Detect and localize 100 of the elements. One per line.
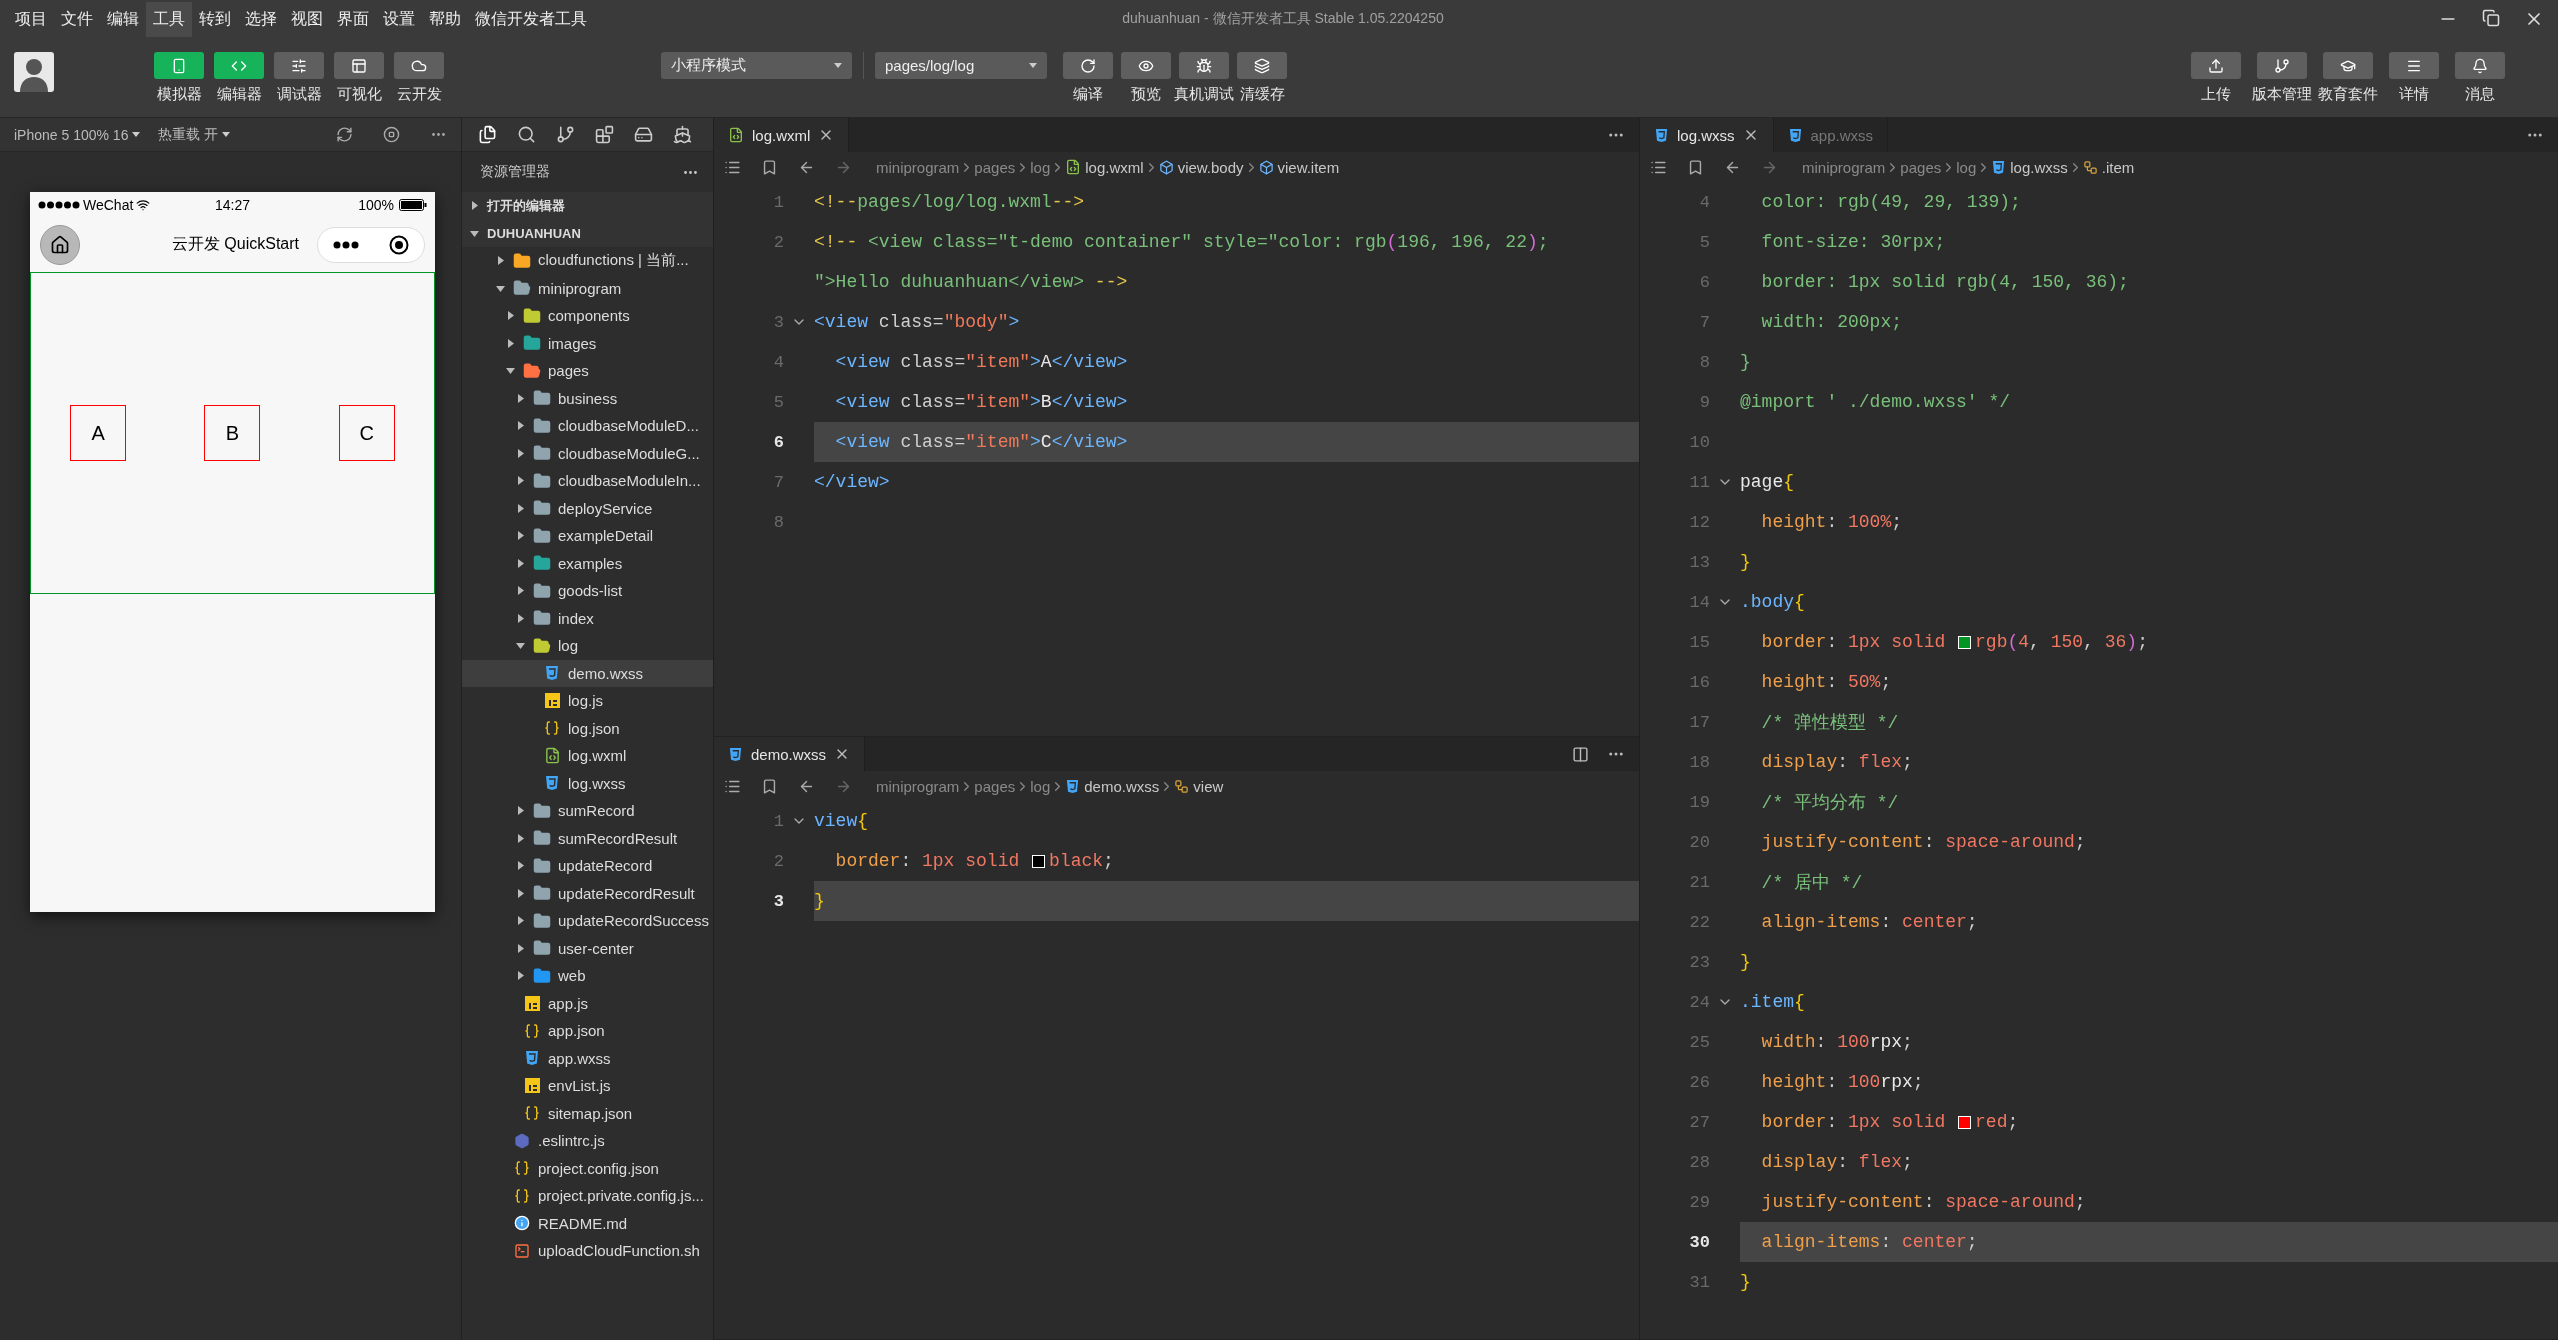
simulator-button[interactable] [154, 52, 204, 79]
bookmark-icon[interactable] [761, 777, 778, 795]
visual-button[interactable] [334, 52, 384, 79]
tree-item[interactable]: envList.js [462, 1072, 713, 1100]
tree-item[interactable]: demo.wxss [462, 659, 713, 687]
education-button[interactable] [2323, 52, 2373, 79]
messages-button[interactable] [2455, 52, 2505, 79]
menu-item[interactable]: 视图 [284, 1, 330, 37]
breadcrumb-item[interactable]: miniprogram [876, 158, 960, 176]
split-editor-icon[interactable] [1572, 745, 1589, 763]
tree-item[interactable]: web [462, 962, 713, 990]
tree-item[interactable]: index [462, 604, 713, 632]
tree-item[interactable]: miniprogram [462, 274, 713, 302]
hot-reload-toggle[interactable]: 热重载 开 [158, 125, 231, 144]
breadcrumb-item[interactable]: view [1174, 777, 1224, 795]
device-select[interactable]: iPhone 5 100% 16 [14, 126, 141, 143]
breadcrumb-item[interactable]: miniprogram [1802, 158, 1886, 176]
editor-tab[interactable]: log.wxml [714, 118, 850, 152]
tree-item[interactable]: cloudbaseModuleD... [462, 412, 713, 440]
tree-item[interactable]: user-center [462, 934, 713, 962]
storage-icon[interactable] [634, 125, 653, 144]
tree-item[interactable]: business [462, 384, 713, 412]
upload-button[interactable] [2191, 52, 2241, 79]
explorer-section[interactable]: 打开的编辑器 [462, 192, 713, 220]
mode-select[interactable]: 小程序模式 [661, 52, 852, 79]
menu-item[interactable]: 界面 [330, 1, 376, 37]
breadcrumb-item[interactable]: miniprogram [876, 777, 960, 795]
tree-item[interactable]: uploadCloudFunction.sh [462, 1237, 713, 1265]
menu-item[interactable]: 项目 [8, 1, 54, 37]
tree-item[interactable]: sumRecordResult [462, 824, 713, 852]
tree-item[interactable]: updateRecordResult [462, 879, 713, 907]
compile-button[interactable] [1063, 52, 1113, 79]
menu-item[interactable]: 帮助 [422, 1, 468, 37]
tree-item[interactable]: examples [462, 549, 713, 577]
breadcrumb-item[interactable]: pages [974, 777, 1016, 795]
tree-item[interactable]: images [462, 329, 713, 357]
tree-item[interactable]: log.wxss [462, 769, 713, 797]
tree-item[interactable]: log.wxml [462, 742, 713, 770]
menu-item[interactable]: 文件 [54, 1, 100, 37]
tree-item[interactable]: cloudbaseModuleIn... [462, 467, 713, 495]
breadcrumb-item[interactable]: log [1030, 158, 1051, 176]
bookmark-icon[interactable] [761, 158, 778, 176]
tree-item[interactable]: cloudbaseModuleG... [462, 439, 713, 467]
home-button[interactable] [40, 224, 80, 265]
cloud-button[interactable] [394, 52, 444, 79]
menu-item[interactable]: 编辑 [100, 1, 146, 37]
page-select[interactable]: pages/log/log [875, 52, 1047, 79]
tree-item[interactable]: log.js [462, 687, 713, 715]
breadcrumb-item[interactable]: .item [2082, 158, 2135, 176]
tree-item[interactable]: log [462, 632, 713, 660]
debugger-button[interactable] [274, 52, 324, 79]
breadcrumb-item[interactable]: pages [1900, 158, 1942, 176]
ship-icon[interactable] [673, 125, 692, 144]
tree-item[interactable]: project.private.config.js... [462, 1182, 713, 1210]
editor-tab[interactable]: demo.wxss [714, 737, 866, 771]
refresh-icon[interactable] [336, 126, 353, 143]
tree-item[interactable]: .eslintrc.js [462, 1127, 713, 1155]
tree-item[interactable]: exampleDetail [462, 522, 713, 550]
details-button[interactable] [2389, 52, 2439, 79]
editor-tab[interactable]: log.wxss [1640, 118, 1774, 152]
tree-item[interactable]: README.md [462, 1209, 713, 1237]
tree-item[interactable]: updateRecordSuccess [462, 907, 713, 935]
menu-item[interactable]: 转到 [192, 1, 238, 37]
tree-item[interactable]: app.json [462, 1017, 713, 1045]
avatar[interactable] [14, 52, 54, 92]
version-button[interactable] [2257, 52, 2307, 79]
branch-icon[interactable] [556, 125, 575, 144]
files-icon[interactable] [478, 125, 497, 144]
menu-item[interactable]: 选择 [238, 1, 284, 37]
breadcrumb-item[interactable]: demo.wxss [1065, 777, 1160, 795]
breadcrumb-item[interactable]: log.wxml [1065, 158, 1144, 176]
capsule-menu[interactable] [317, 226, 425, 263]
bookmark-icon[interactable] [1687, 158, 1704, 176]
tree-item[interactable]: app.wxss [462, 1044, 713, 1072]
tree-item[interactable]: goods-list [462, 577, 713, 605]
breadcrumb-item[interactable]: view.item [1258, 158, 1340, 176]
tree-item[interactable]: components [462, 302, 713, 330]
search-icon[interactable] [517, 125, 536, 144]
tree-item[interactable]: log.json [462, 714, 713, 742]
tree-item[interactable]: updateRecord [462, 852, 713, 880]
tree-item[interactable]: deployService [462, 494, 713, 522]
tree-item[interactable]: project.config.json [462, 1154, 713, 1182]
tree-item[interactable]: sumRecord [462, 797, 713, 825]
explorer-section[interactable]: DUHUANHUAN [462, 219, 713, 247]
device-debug-button[interactable] [1179, 52, 1229, 79]
menu-item[interactable]: 工具 [146, 1, 192, 37]
tree-item[interactable]: cloudfunctions | 当前... [462, 247, 713, 275]
breadcrumb-item[interactable]: log [1956, 158, 1977, 176]
stop-icon[interactable] [383, 126, 400, 143]
restore-icon[interactable] [2482, 9, 2500, 27]
clear-cache-button[interactable] [1237, 52, 1287, 79]
breadcrumb-item[interactable]: view.body [1158, 158, 1244, 176]
breadcrumb-item[interactable]: log [1030, 777, 1051, 795]
tree-item[interactable]: app.js [462, 989, 713, 1017]
extensions-icon[interactable] [595, 125, 614, 144]
tree-item[interactable]: pages [462, 357, 713, 385]
menu-item[interactable]: 微信开发者工具 [468, 1, 594, 37]
tree-item[interactable]: sitemap.json [462, 1099, 713, 1127]
breadcrumb-item[interactable]: pages [974, 158, 1016, 176]
breadcrumb-item[interactable]: log.wxss [1991, 158, 2068, 176]
